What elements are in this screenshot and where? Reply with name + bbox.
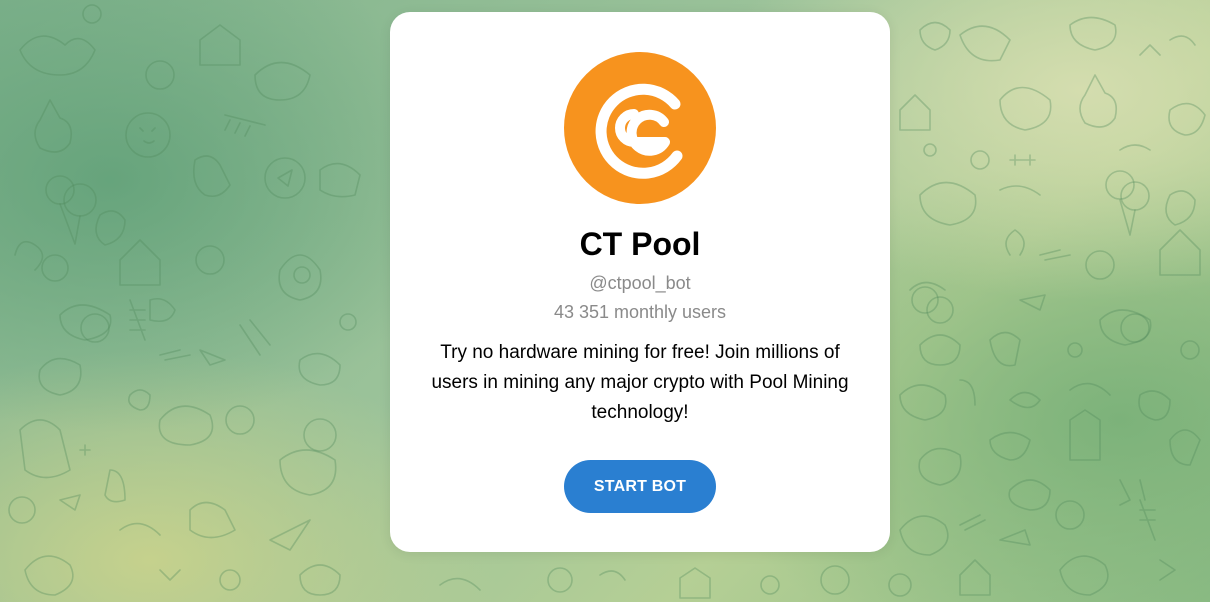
- ct-pool-logo-icon: [564, 52, 716, 204]
- monthly-users-count: 43 351 monthly users: [553, 302, 727, 322]
- bot-username: @ctpool_bot: [589, 273, 691, 293]
- bot-name: CT Pool: [579, 226, 701, 262]
- start-bot-button[interactable]: START BOT: [564, 460, 716, 513]
- bot-card: CT Pool @ctpool_bot 43 351 monthly users…: [390, 12, 890, 552]
- bot-description: Try no hardware mining for free! Join mi…: [431, 342, 849, 423]
